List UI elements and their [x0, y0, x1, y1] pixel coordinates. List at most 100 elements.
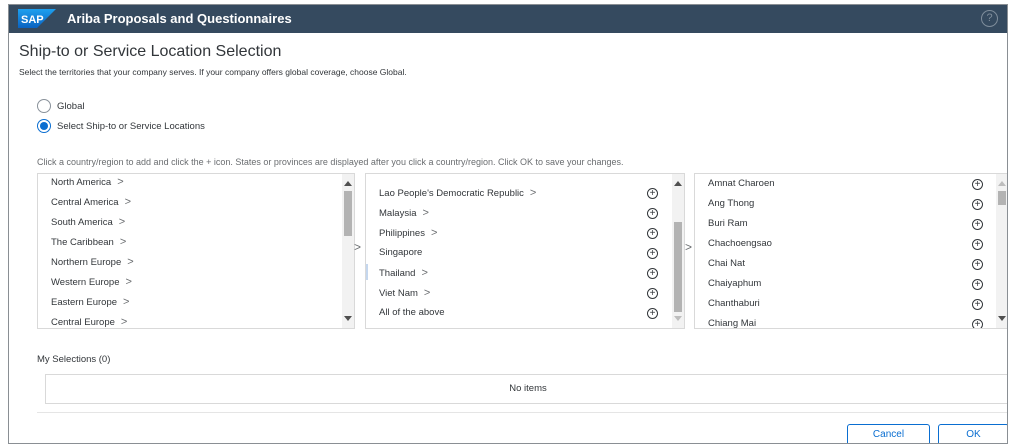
country-item[interactable]: Viet Nam > — [379, 287, 430, 299]
chevron-right-icon: > — [422, 207, 429, 219]
province-list-scrollbar[interactable] — [996, 174, 1007, 328]
province-item-label: Chanthaburi — [708, 298, 760, 309]
country-item-label: Thailand — [379, 268, 416, 279]
scroll-up-icon[interactable] — [998, 181, 1006, 186]
add-plus-icon[interactable]: + — [972, 219, 983, 230]
shell-bar: SAP Ariba Proposals and Questionnaires ⌄… — [9, 5, 1007, 33]
country-list: Lao People's Democratic Republic > + Malays… — [365, 173, 685, 329]
province-item[interactable]: Chiang Mai — [708, 318, 757, 329]
region-item-label: Western Europe — [51, 277, 120, 288]
add-plus-icon[interactable]: + — [972, 199, 983, 210]
region-item-label: South America — [51, 217, 113, 228]
cancel-button[interactable]: Cancel — [847, 424, 930, 443]
region-item-label: Eastern Europe — [51, 297, 118, 308]
country-item-label: Malaysia — [379, 208, 417, 219]
scroll-down-icon[interactable] — [998, 316, 1006, 321]
chevron-right-icon: > — [120, 316, 128, 328]
province-item-label: Chaiyaphum — [708, 278, 762, 289]
page-title: Ship-to or Service Location Selection — [19, 43, 282, 60]
region-item[interactable]: Central Europe > — [51, 316, 127, 328]
region-item[interactable]: South America > — [51, 216, 125, 228]
country-item[interactable]: Philippines > — [379, 227, 437, 239]
chevron-right-icon: > — [123, 296, 130, 308]
region-list-scrollbar[interactable] — [342, 174, 354, 328]
province-item[interactable]: Buri Ram — [708, 218, 748, 229]
country-item[interactable]: Singapore — [379, 247, 422, 258]
province-item[interactable]: Chaiyaphum — [708, 278, 761, 289]
chevron-right-icon: > — [354, 240, 362, 254]
radio-label-select-locations: Select Ship-to or Service Locations — [57, 120, 205, 132]
region-item-label: Central America — [51, 197, 119, 208]
province-item[interactable]: Chachoengsao — [708, 238, 772, 249]
scroll-thumb[interactable] — [998, 191, 1006, 205]
country-item-label: Lao People's Democratic Republic — [379, 188, 524, 199]
scroll-down-icon[interactable] — [674, 316, 682, 321]
chevron-right-icon: > — [421, 267, 428, 279]
scroll-up-icon[interactable] — [674, 181, 682, 186]
add-plus-icon[interactable]: + — [972, 299, 983, 310]
dialog-window: SAP Ariba Proposals and Questionnaires ⌄… — [8, 4, 1008, 444]
add-plus-icon[interactable]: + — [647, 308, 658, 319]
country-item[interactable]: Thailand > — [379, 267, 428, 279]
scroll-up-icon[interactable] — [344, 181, 352, 186]
chevron-down-icon[interactable]: ⌄ — [260, 12, 269, 25]
province-item[interactable]: Ang Thong — [708, 198, 754, 209]
country-item[interactable]: Lao People's Democratic Republic > — [379, 187, 536, 199]
selections-table: No items — [45, 374, 1007, 404]
add-plus-icon[interactable]: + — [972, 319, 983, 328]
radio-select-locations[interactable]: Select Ship-to or Service Locations — [37, 118, 205, 134]
add-plus-icon[interactable]: + — [647, 248, 658, 259]
country-item-label: Philippines — [379, 228, 425, 239]
add-plus-icon[interactable]: + — [647, 268, 658, 279]
instruction-text: Click a country/region to add and click … — [37, 157, 624, 167]
add-plus-icon[interactable]: + — [972, 279, 983, 290]
province-item-label: Chiang Mai — [708, 318, 757, 329]
ok-button[interactable]: OK — [938, 424, 1007, 443]
add-plus-icon[interactable]: + — [972, 259, 983, 270]
add-plus-icon[interactable]: + — [647, 208, 658, 219]
app-title[interactable]: Ariba Proposals and Questionnaires — [67, 11, 292, 26]
country-item-label: Singapore — [379, 247, 423, 258]
chevron-right-icon: > — [124, 196, 132, 208]
add-plus-icon[interactable]: + — [647, 228, 658, 239]
region-item[interactable]: Northern Europe > — [51, 256, 134, 268]
country-item-label: All of the above — [379, 307, 445, 318]
scroll-thumb[interactable] — [674, 222, 682, 312]
province-list: Amnat Charoen + Ang Thong + Buri Ram + Chachoe… — [694, 173, 1007, 329]
province-item[interactable]: Chai Nat — [708, 258, 745, 269]
province-item[interactable]: Amnat Charoen — [708, 178, 775, 189]
chevron-right-icon: > — [119, 236, 127, 248]
chevron-right-icon: > — [430, 227, 438, 239]
region-item[interactable]: Central America > — [51, 196, 131, 208]
scroll-thumb[interactable] — [344, 191, 352, 236]
country-item-label: Viet Nam — [379, 288, 418, 299]
empty-message: No items — [509, 383, 547, 394]
province-item-label: Buri Ram — [708, 218, 748, 229]
chevron-right-icon: > — [127, 256, 134, 268]
region-item[interactable]: Western Europe > — [51, 276, 132, 288]
country-item[interactable]: All of the above — [379, 307, 445, 318]
add-plus-icon[interactable]: + — [647, 288, 658, 299]
region-item[interactable]: North America > — [51, 176, 124, 188]
radio-button-select-locations[interactable] — [37, 119, 51, 133]
page-description: Select the territories that your company… — [19, 67, 407, 77]
help-icon[interactable]: ? — [981, 10, 998, 27]
chevron-right-icon: > — [529, 187, 537, 199]
add-plus-icon[interactable]: + — [972, 179, 983, 190]
radio-button-global[interactable] — [37, 99, 51, 113]
chevron-right-icon: > — [685, 240, 693, 254]
region-item[interactable]: The Caribbean > — [51, 236, 126, 248]
radio-global[interactable]: Global — [37, 98, 84, 114]
scroll-down-icon[interactable] — [344, 316, 352, 321]
chevron-right-icon: > — [423, 287, 431, 299]
add-plus-icon[interactable]: + — [972, 239, 983, 250]
add-plus-icon[interactable]: + — [647, 188, 658, 199]
province-item-label: Chai Nat — [708, 258, 745, 269]
province-item[interactable]: Chanthaburi — [708, 298, 760, 309]
region-item-label: Central Europe — [51, 317, 115, 328]
sap-logo[interactable]: SAP — [18, 9, 56, 28]
country-item[interactable]: Malaysia > — [379, 207, 429, 219]
country-list-scrollbar[interactable] — [672, 174, 684, 328]
radio-label-global: Global — [57, 100, 85, 112]
region-item[interactable]: Eastern Europe > — [51, 296, 129, 308]
